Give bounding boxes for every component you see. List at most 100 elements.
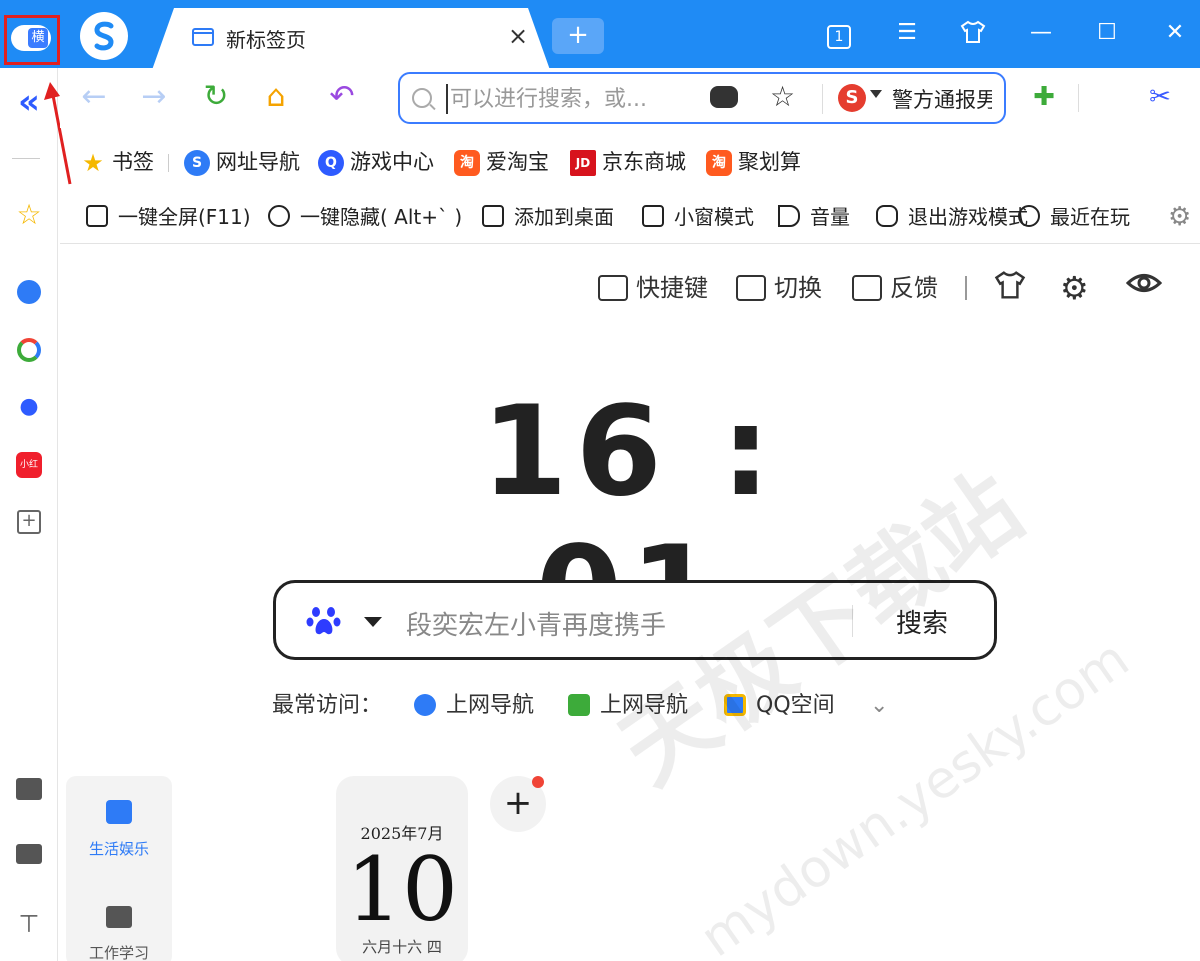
layout-toggle-button[interactable]: 横 xyxy=(4,15,60,65)
feedback-icon xyxy=(852,275,882,301)
category-entertainment[interactable]: 生活娱乐 xyxy=(66,838,172,859)
sogou-icon xyxy=(414,694,436,716)
settings-gear-icon[interactable]: ⚙ xyxy=(1168,202,1191,232)
search-engine-icon[interactable]: S xyxy=(838,84,866,112)
screenshot-scissors-icon[interactable]: ✂ xyxy=(1140,78,1180,118)
button-label: 一键隐藏( Alt+` ) xyxy=(300,205,463,229)
divider xyxy=(965,276,967,300)
mini-window-button[interactable]: 小窗模式 xyxy=(642,202,754,232)
bookmark-label: 爱淘宝 xyxy=(486,150,549,174)
engine-dropdown-icon[interactable] xyxy=(364,617,382,627)
tab-count-button[interactable]: 1 xyxy=(824,22,854,49)
visibility-button[interactable] xyxy=(1125,270,1163,306)
button-label: 音量 xyxy=(810,205,850,229)
bookmark-taobao[interactable]: 淘爱淘宝 xyxy=(454,146,549,178)
clock-hours: 16 xyxy=(481,380,670,524)
divider xyxy=(12,158,40,159)
sogou-icon: S xyxy=(184,150,210,176)
bookmark-jd[interactable]: JD 京东商城 xyxy=(570,146,686,178)
bookmark-folder[interactable]: ★ 书签 xyxy=(80,146,154,178)
add-panel-icon[interactable]: + xyxy=(0,510,58,534)
bookmarks-bar: ★ 书签 S 网址导航 Q 游戏中心 淘爱淘宝 JD 京东商城 淘聚划算 xyxy=(60,136,1200,190)
menu-button[interactable]: ☰ xyxy=(892,20,922,45)
button-label: 添加到桌面 xyxy=(514,205,614,229)
address-input[interactable] xyxy=(446,84,666,114)
pin-icon[interactable]: ⊤ xyxy=(0,910,58,938)
category-work-study[interactable]: 工作学习 xyxy=(66,942,172,961)
add-widget-button[interactable]: + xyxy=(490,776,546,832)
extension-icon[interactable]: ✚ xyxy=(1024,78,1064,118)
toggle-label: 横 xyxy=(28,28,48,48)
colorful-circle-icon[interactable] xyxy=(0,338,58,366)
fullscreen-button[interactable]: 一键全屏(F11) xyxy=(86,202,251,232)
refresh-button[interactable]: ↻ xyxy=(196,78,236,118)
theme-button[interactable] xyxy=(994,270,1026,310)
button-label: 切换 xyxy=(774,274,822,302)
desktop-add-icon xyxy=(482,205,504,227)
recent-played-button[interactable]: 最近在玩 xyxy=(1018,202,1130,232)
bookmark-game-center[interactable]: Q 游戏中心 xyxy=(318,146,434,178)
exit-game-mode-button[interactable]: 退出游戏模式 xyxy=(876,202,1028,232)
expand-frequent-chevron-down-icon[interactable]: ⌄ xyxy=(870,690,888,722)
minimize-button[interactable]: — xyxy=(1026,20,1056,45)
address-bar[interactable]: ☆ S 警方通报男 xyxy=(398,72,1006,124)
add-favorite-icon[interactable]: ☆ xyxy=(770,80,795,113)
button-label: 快捷键 xyxy=(636,274,708,302)
star-icon: ★ xyxy=(82,149,104,177)
calendar-day: 10 xyxy=(346,838,458,941)
folder-star-icon[interactable] xyxy=(0,778,58,804)
tab-new-tab[interactable]: 新标签页 × xyxy=(152,8,550,70)
close-window-button[interactable]: ✕ xyxy=(1160,20,1190,45)
engine-dropdown-icon[interactable] xyxy=(870,90,882,98)
bookmark-juhuasuan[interactable]: 淘聚划算 xyxy=(706,146,801,178)
volume-button[interactable]: 音量 xyxy=(778,202,850,232)
new-tab-button[interactable]: + xyxy=(552,18,604,54)
button-label: 退出游戏模式 xyxy=(908,205,1028,229)
taobao-icon: 淘 xyxy=(454,150,480,176)
shortcut-button[interactable]: 快捷键 xyxy=(598,270,708,306)
button-label: 一键全屏(F11) xyxy=(118,205,251,229)
category-panel: 生活娱乐 工作学习 xyxy=(66,776,172,961)
search-input[interactable]: 段奕宏左小青再度携手 xyxy=(406,605,666,642)
frequent-item[interactable]: 上网导航 xyxy=(414,690,534,722)
back-button[interactable]: ← xyxy=(74,78,114,118)
divider xyxy=(1078,84,1079,112)
baidu-paw-icon[interactable]: ● xyxy=(0,394,58,419)
xiaohongshu-icon[interactable]: 小红书 xyxy=(0,452,58,497)
briefcase-icon[interactable] xyxy=(0,844,58,868)
calendar-lunar: 六月十六 四 xyxy=(362,938,442,956)
keyboard-icon xyxy=(598,275,628,301)
switch-button[interactable]: 切换 xyxy=(736,270,822,306)
calendar-card[interactable]: 2025年7月 10 六月十六 四 xyxy=(336,776,468,961)
skin-button[interactable] xyxy=(958,20,988,50)
page-settings-gear-icon[interactable]: ⚙ xyxy=(1060,270,1089,306)
sogou-browser-logo xyxy=(80,12,128,60)
game-mode-icon[interactable] xyxy=(710,86,738,108)
maximize-button[interactable]: ☐ xyxy=(1092,20,1122,45)
switch-icon xyxy=(736,275,766,301)
forward-button[interactable]: → xyxy=(134,78,174,118)
bookmark-url-nav[interactable]: S 网址导航 xyxy=(184,146,300,178)
bookmark-label: 书签 xyxy=(112,150,154,174)
add-to-desktop-button[interactable]: 添加到桌面 xyxy=(482,202,614,232)
feedback-button[interactable]: 反馈 xyxy=(852,270,938,306)
briefcase-icon xyxy=(106,906,132,928)
tab-close-button[interactable]: × xyxy=(508,22,528,50)
left-sidebar: « ☆ ● 小红书 + ⊤ xyxy=(0,68,58,961)
entertainment-icon xyxy=(106,800,132,824)
hot-search-text[interactable]: 警方通报男 xyxy=(892,84,992,114)
hide-button[interactable]: 一键隐藏( Alt+` ) xyxy=(268,202,462,232)
xiaohongshu-label: 小红书 xyxy=(16,452,42,496)
undo-close-button[interactable]: ↶ xyxy=(322,78,362,118)
eye-icon xyxy=(1125,274,1163,292)
home-button[interactable]: ⌂ xyxy=(256,78,296,118)
notification-dot xyxy=(532,776,544,788)
baidu-paw-icon[interactable] xyxy=(306,603,342,639)
eye-off-icon xyxy=(268,205,290,227)
game-center-icon: Q xyxy=(318,150,344,176)
bookmark-label: 游戏中心 xyxy=(350,150,434,174)
divider xyxy=(822,84,823,114)
sogou-icon[interactable] xyxy=(0,280,58,308)
bookmark-label: 网址导航 xyxy=(216,150,300,174)
favorites-icon[interactable]: ☆ xyxy=(0,198,58,231)
